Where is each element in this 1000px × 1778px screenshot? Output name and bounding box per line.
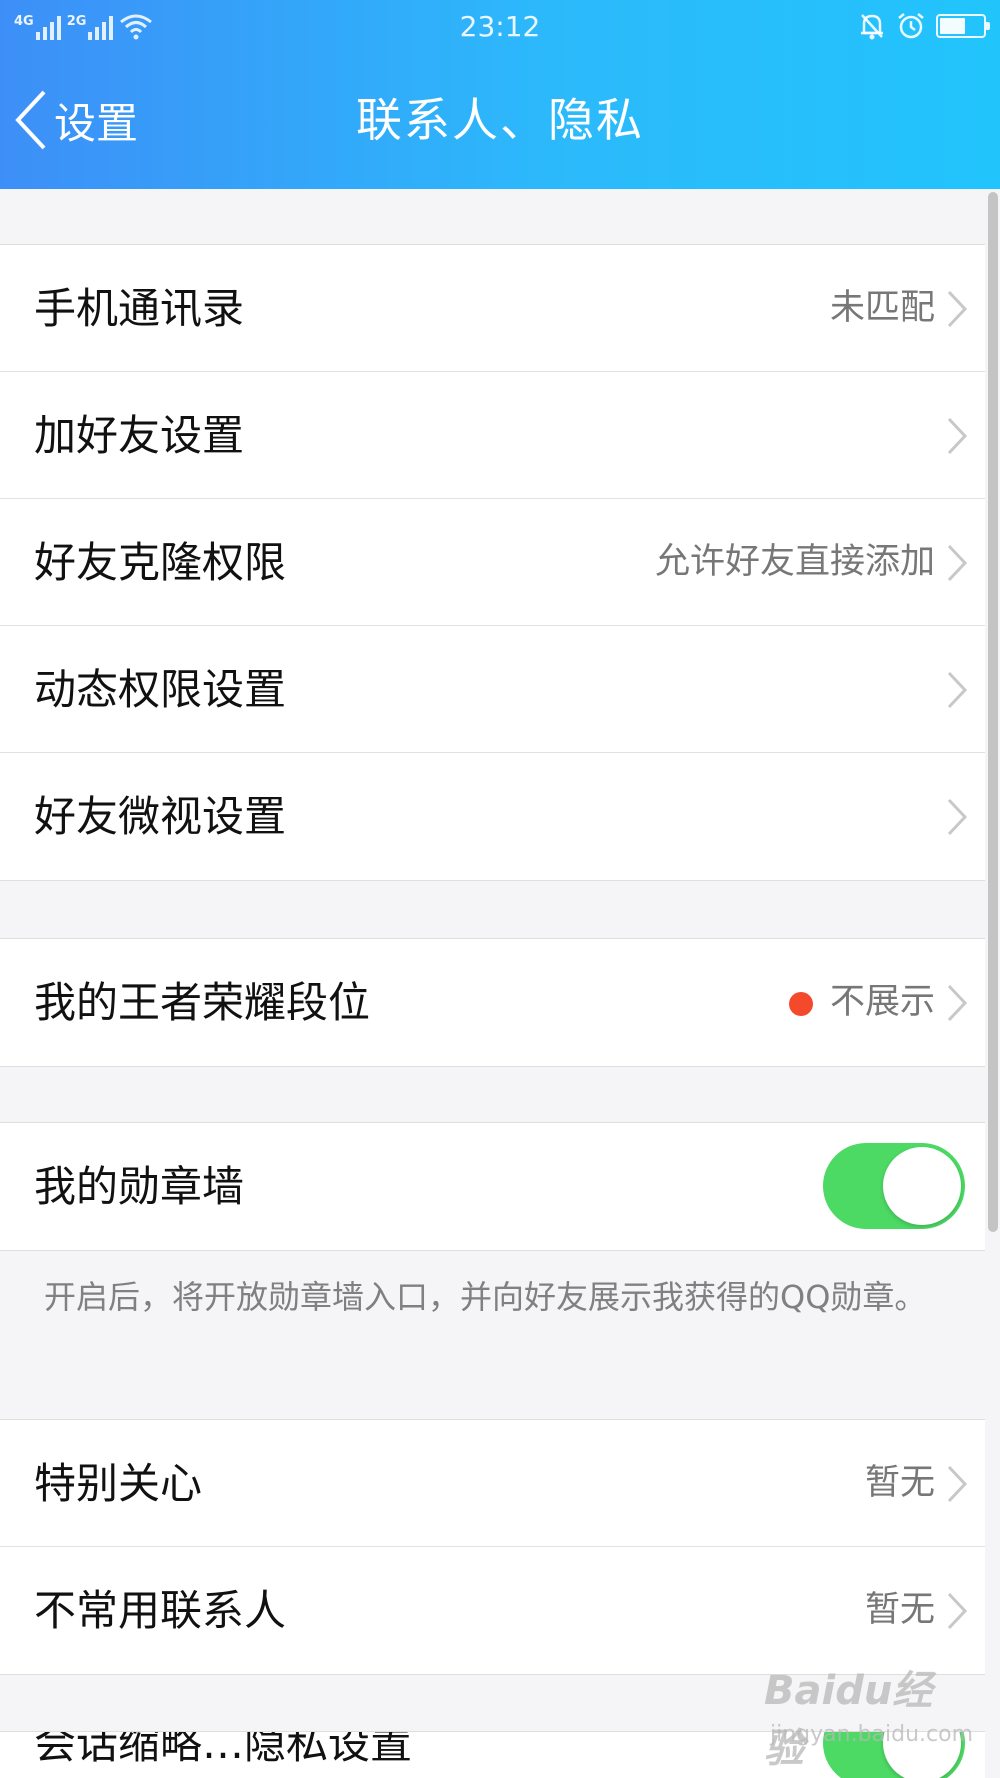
watermark-main: Baidu经验	[764, 1668, 933, 1772]
chevron-right-icon	[947, 1592, 968, 1630]
list-item-add-friend-settings[interactable]: 加好友设置	[0, 372, 985, 499]
contacts-group: 手机通讯录 未匹配 加好友设置 好友克隆权限 允许好友直接添加 动态权限设置 好…	[0, 244, 985, 881]
list-item-infrequent-contacts[interactable]: 不常用联系人 暂无	[0, 1547, 985, 1674]
toggle-knob	[883, 1147, 961, 1225]
list-item-phone-contacts[interactable]: 手机通讯录 未匹配	[0, 245, 985, 372]
list-item-label: 好友克隆权限	[34, 538, 287, 587]
list-item-label: 手机通讯录	[34, 284, 245, 333]
list-item-value: 暂无	[864, 1463, 935, 1503]
medal-group: 我的勋章墙	[0, 1122, 985, 1251]
list-item-label: 加好友设置	[34, 411, 245, 460]
list-item-label: 动态权限设置	[34, 665, 287, 714]
list-item-label: 不常用联系人	[34, 1586, 287, 1635]
scrollbar[interactable]	[988, 192, 998, 1232]
list-item-medal-wall: 我的勋章墙	[0, 1123, 985, 1250]
battery-icon	[936, 14, 990, 38]
list-item-value: 允许好友直接添加	[654, 542, 935, 582]
list-item-value: 未匹配	[829, 288, 935, 328]
bell-muted-icon	[861, 14, 883, 40]
medal-wall-description: 开启后，将开放勋章墙入口，并向好友展示我获得的QQ勋章。	[44, 1278, 927, 1316]
new-badge-dot	[789, 992, 813, 1016]
status-right-icons	[858, 8, 990, 44]
chevron-right-icon	[947, 544, 968, 582]
list-item-label: 会话缩略…隐私设置	[34, 1731, 413, 1768]
page-title: 联系人、隐私	[356, 93, 644, 147]
list-item-label: 我的勋章墙	[34, 1162, 245, 1211]
app-header: 4G 2G 23:12 设置 联系人、隐私	[0, 0, 1000, 189]
chevron-right-icon	[947, 1465, 968, 1503]
chevron-right-icon	[947, 290, 968, 328]
alarm-icon	[898, 13, 924, 39]
medal-wall-toggle[interactable]	[823, 1143, 965, 1229]
chevron-right-icon	[947, 671, 968, 709]
list-item-honor-of-kings-rank[interactable]: 我的王者荣耀段位 不展示	[0, 939, 985, 1066]
list-item-friend-weishi-settings[interactable]: 好友微视设置	[0, 753, 985, 880]
chevron-right-icon	[947, 798, 968, 836]
game-group: 我的王者荣耀段位 不展示	[0, 938, 985, 1067]
watermark-sub: jingyan.baidu.com	[770, 1722, 974, 1747]
status-bar: 4G 2G 23:12	[0, 0, 1000, 52]
status-time: 23:12	[459, 10, 541, 43]
list-item-label: 好友微视设置	[34, 792, 287, 841]
chevron-right-icon	[947, 417, 968, 455]
list-item-value: 暂无	[864, 1590, 935, 1630]
list-item-label: 我的王者荣耀段位	[34, 978, 371, 1027]
list-item-friend-clone-permission[interactable]: 好友克隆权限 允许好友直接添加	[0, 499, 985, 626]
chevron-right-icon	[947, 984, 968, 1022]
watermark-logo: Baidu经验 jingyan.baidu.com	[764, 1658, 973, 1772]
list-item-label: 特别关心	[34, 1459, 203, 1508]
list-item-special-care[interactable]: 特别关心 暂无	[0, 1420, 985, 1547]
battery-level	[940, 18, 966, 34]
special-group: 特别关心 暂无 不常用联系人 暂无	[0, 1419, 985, 1675]
list-item-feed-permission-settings[interactable]: 动态权限设置	[0, 626, 985, 753]
list-item-value: 不展示	[829, 982, 935, 1022]
